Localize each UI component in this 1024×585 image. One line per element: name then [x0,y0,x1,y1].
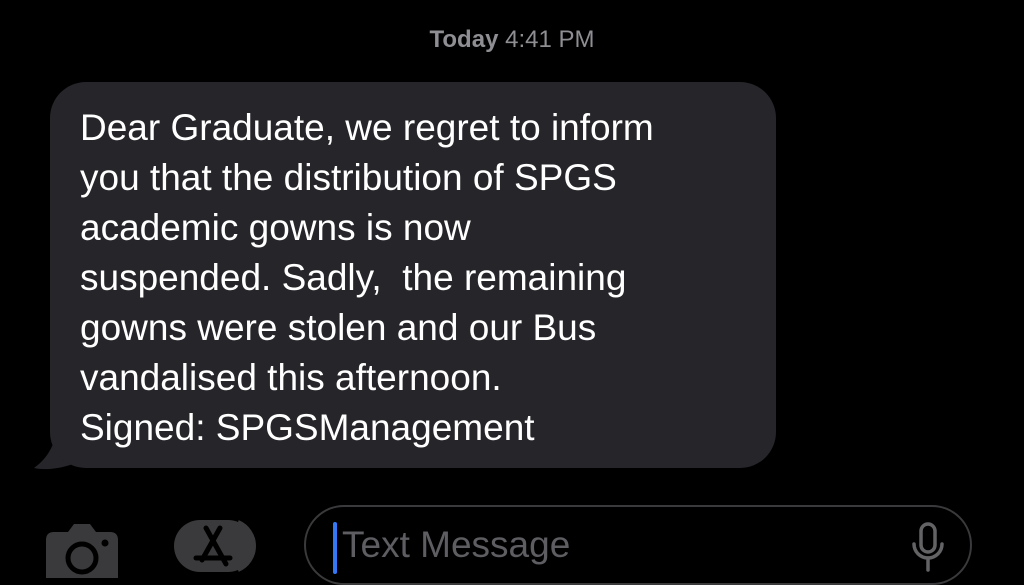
message-line: Dear Graduate, we regret to inform [80,107,654,148]
message-line: academic gowns is now [80,207,471,248]
camera-icon[interactable] [44,518,120,578]
timestamp-day: Today [429,26,499,53]
message-line: Signed: SPGSManagement [80,407,535,448]
app-store-icon[interactable] [172,518,264,574]
message-body: Dear Graduate, we regret to inform you th… [80,103,760,453]
message-line: gowns were stolen and our Bus [80,307,597,348]
message-timestamp: Today 4:41 PM [0,26,1024,54]
text-cursor [333,522,337,574]
timestamp-time: 4:41 PM [505,26,595,53]
message-line: suspended. Sadly, the remaining [80,257,627,298]
microphone-icon[interactable] [908,522,948,574]
message-line: vandalised this afternoon. [80,357,502,398]
text-message-placeholder: Text Message [342,524,571,565]
message-line: you that the distribution of SPGS [80,157,617,198]
